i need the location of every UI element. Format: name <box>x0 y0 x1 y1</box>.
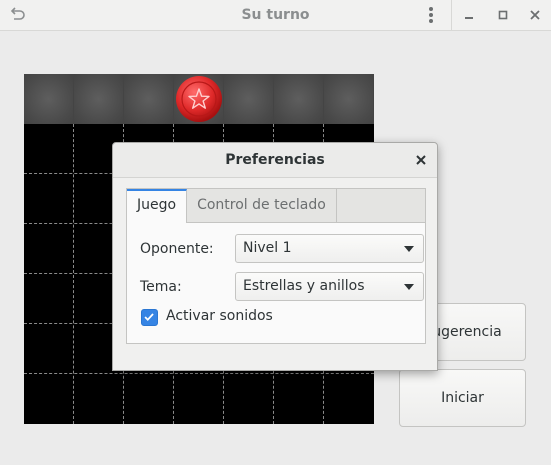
tab-bar: Juego Control de teclado <box>127 189 425 223</box>
minimize-icon[interactable] <box>458 4 480 26</box>
tab-juego[interactable]: Juego <box>127 189 188 223</box>
drop-cell[interactable] <box>274 74 324 124</box>
grid-line-vertical <box>73 124 74 424</box>
theme-label: Tema: <box>140 279 182 295</box>
maximize-icon[interactable] <box>492 4 514 26</box>
tab-control-de-teclado[interactable]: Control de teclado <box>187 189 337 222</box>
drop-cell[interactable] <box>124 74 174 124</box>
drop-cell[interactable] <box>224 74 274 124</box>
sound-checkbox[interactable] <box>141 309 158 326</box>
drop-cell[interactable] <box>74 74 124 124</box>
preferences-notebook: Juego Control de teclado Oponente: Nivel… <box>126 188 426 344</box>
preferences-dialog: Preferencias Juego Control de teclado Op… <box>112 142 438 371</box>
chevron-down-icon <box>404 246 414 252</box>
opponent-select-value: Nivel 1 <box>243 240 292 256</box>
opponent-label: Oponente: <box>140 241 214 257</box>
titlebar-separator <box>451 0 452 30</box>
vertical-dots-icon[interactable] <box>424 4 438 26</box>
chevron-down-icon <box>404 284 414 290</box>
close-icon[interactable] <box>413 152 429 168</box>
close-icon[interactable] <box>524 4 546 26</box>
current-piece <box>176 76 222 122</box>
grid-line-horizontal <box>24 373 374 374</box>
start-button[interactable]: Iniciar <box>399 369 526 427</box>
sound-checkbox-label[interactable]: Activar sonidos <box>166 308 273 324</box>
start-button-label: Iniciar <box>441 390 484 406</box>
theme-select[interactable]: Estrellas y anillos <box>235 272 424 301</box>
dialog-title: Preferencias <box>225 152 325 168</box>
checkmark-icon <box>144 313 154 321</box>
dialog-header: Preferencias <box>113 143 437 178</box>
drop-cell[interactable] <box>24 74 74 124</box>
theme-select-value: Estrellas y anillos <box>243 278 365 294</box>
opponent-select[interactable]: Nivel 1 <box>235 234 424 263</box>
title-bar: Su turno <box>0 0 551 31</box>
drop-cell[interactable] <box>324 74 374 124</box>
